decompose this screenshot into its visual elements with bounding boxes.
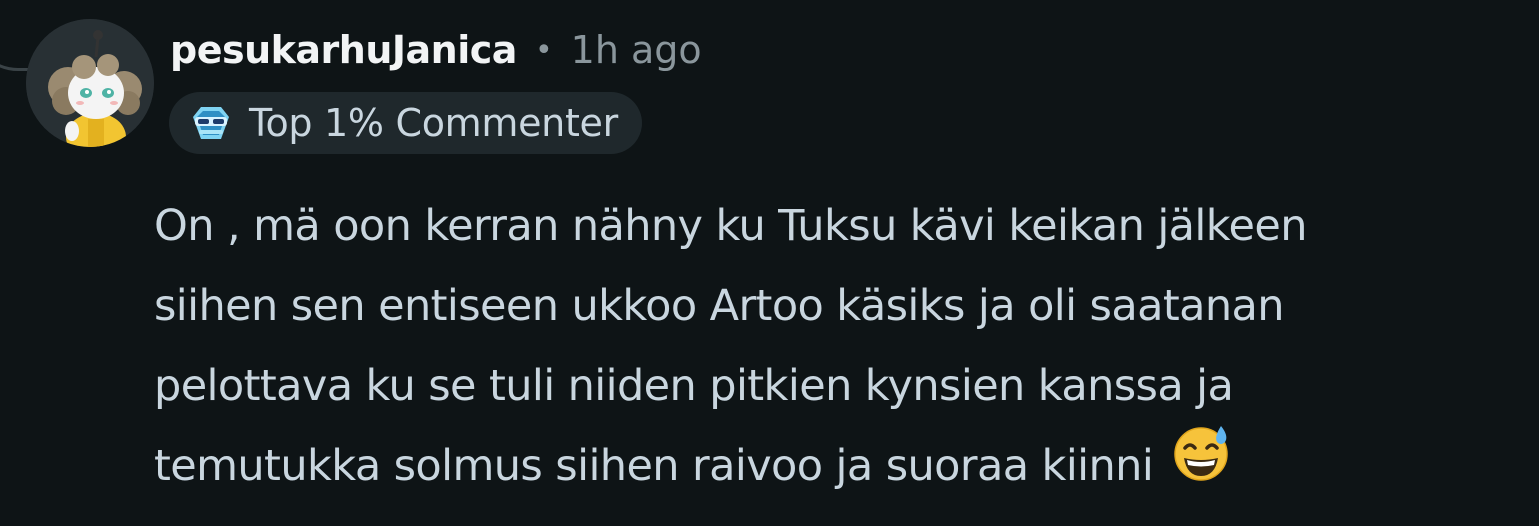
comment-text-line-last: temutukka solmus siihen raivoo ja suoraa… [154,425,1529,506]
comment-text-line: temutukka solmus siihen raivoo ja suoraa… [154,441,1154,491]
user-avatar[interactable] [26,19,154,147]
comment-text-line: On , mä oon kerran nähny ku Tuksu kävi k… [154,201,1308,251]
meta-separator: • [534,32,553,68]
top-commenter-badge-icon [189,103,233,143]
comment-timestamp[interactable]: 1h ago [571,28,702,72]
grinning-face-with-sweat-emoji [1173,422,1233,508]
badge-label: Top 1% Commenter [249,101,618,145]
comment-text-line: pelottava ku se tuli niiden pitkien kyns… [154,361,1234,411]
snoo-avatar-icon [26,19,154,147]
comment-body: On , mä oon kerran nähny ku Tuksu kävi k… [154,186,1529,506]
top-commenter-badge[interactable]: Top 1% Commenter [169,92,642,154]
comment-text-line: siihen sen entiseen ukkoo Artoo käsiks j… [154,281,1285,331]
comment-header: pesukarhuJanica • 1h ago [170,22,702,78]
author-username[interactable]: pesukarhuJanica [170,28,517,72]
